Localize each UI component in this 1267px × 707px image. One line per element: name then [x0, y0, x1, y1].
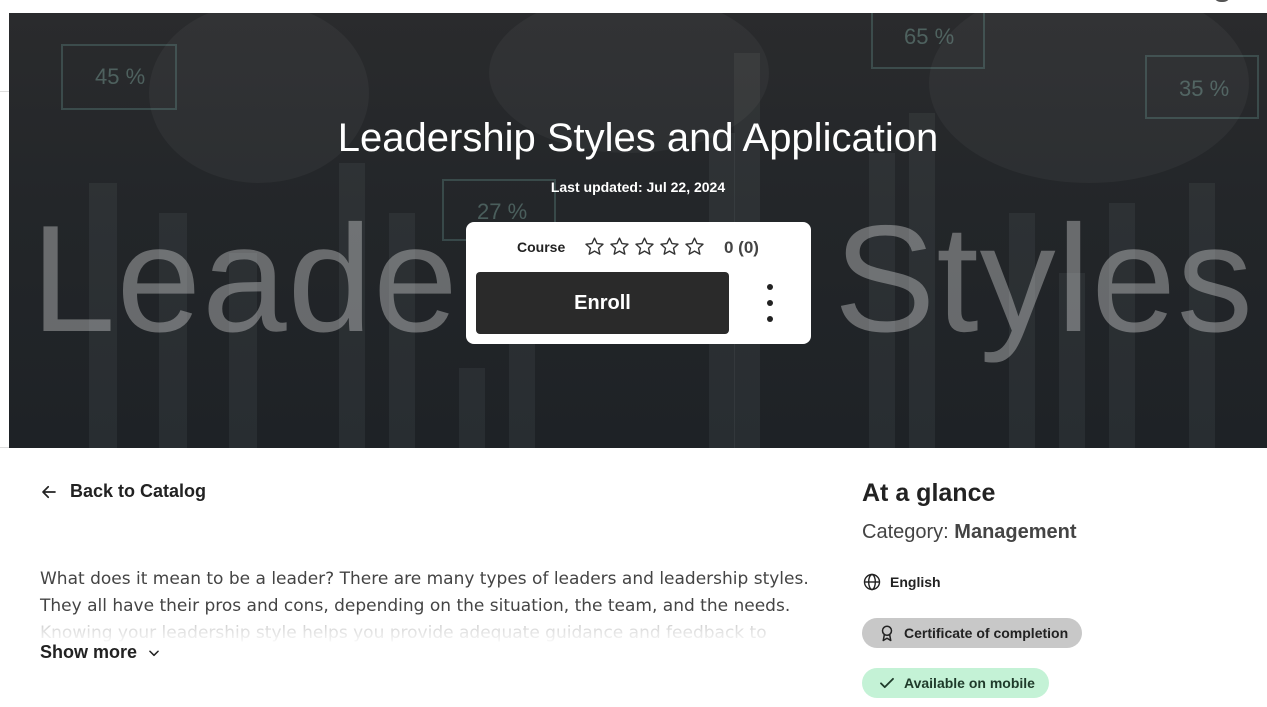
language-label: English — [890, 574, 941, 590]
enroll-card: Course 0 (0) Enroll — [466, 222, 811, 344]
content-type-label: Course — [517, 239, 566, 255]
enroll-button[interactable]: Enroll — [476, 272, 729, 334]
back-to-catalog-link[interactable]: Back to Catalog — [40, 481, 206, 502]
checkmark-icon — [880, 677, 894, 689]
course-title: Leadership Styles and Application — [337, 116, 939, 160]
star-outline-icon — [585, 237, 604, 255]
banner-percent: 35 % — [1179, 76, 1230, 101]
course-description-faded: Knowing your leadership style helps you … — [40, 620, 840, 642]
certificate-badge: Certificate of completion — [862, 618, 1083, 648]
chevron-down-icon — [149, 649, 159, 656]
top-bar — [0, 0, 1267, 13]
left-gutter — [0, 13, 9, 448]
star-outline-icon — [685, 237, 704, 255]
language-info: English — [862, 572, 941, 592]
star-outline-icon — [635, 237, 654, 255]
star-outline-icon — [610, 237, 629, 255]
globe-icon — [863, 573, 881, 591]
category-label: Category: — [862, 521, 949, 543]
last-updated: Last updated: Jul 22, 2024 — [550, 179, 726, 195]
show-more-label: Show more — [40, 642, 138, 662]
course-banner: 45 % 65 % 35 % 27 % Leader Styles Leader… — [9, 13, 1267, 448]
banner-percent: 65 % — [904, 24, 955, 49]
star-rating[interactable] — [584, 236, 705, 257]
mobile-label: Available on mobile — [904, 675, 1035, 691]
course-description: What does it mean to be a leader? There … — [40, 569, 809, 616]
mobile-availability-badge: Available on mobile — [862, 668, 1049, 698]
category-line: Category: Management — [862, 521, 1077, 544]
banner-watermark-word: Styles — [834, 194, 1254, 364]
dot — [767, 300, 773, 306]
more-options-icon[interactable] — [758, 284, 782, 322]
banner-percent: 45 % — [95, 64, 146, 89]
rating-count: 0 (0) — [724, 238, 759, 257]
profile-icon[interactable] — [1213, 0, 1231, 2]
show-more-button[interactable]: Show more — [40, 642, 161, 663]
category-value: Management — [954, 521, 1077, 543]
back-label: Back to Catalog — [70, 481, 207, 501]
star-outline-icon — [660, 237, 679, 255]
award-ribbon-icon — [881, 625, 893, 642]
banner-watermark-word: Leader — [31, 194, 511, 364]
certificate-label: Certificate of completion — [904, 625, 1069, 641]
at-a-glance-heading: At a glance — [862, 479, 996, 507]
dot — [767, 316, 773, 322]
dot — [767, 284, 773, 290]
arrow-left-icon — [42, 485, 56, 498]
